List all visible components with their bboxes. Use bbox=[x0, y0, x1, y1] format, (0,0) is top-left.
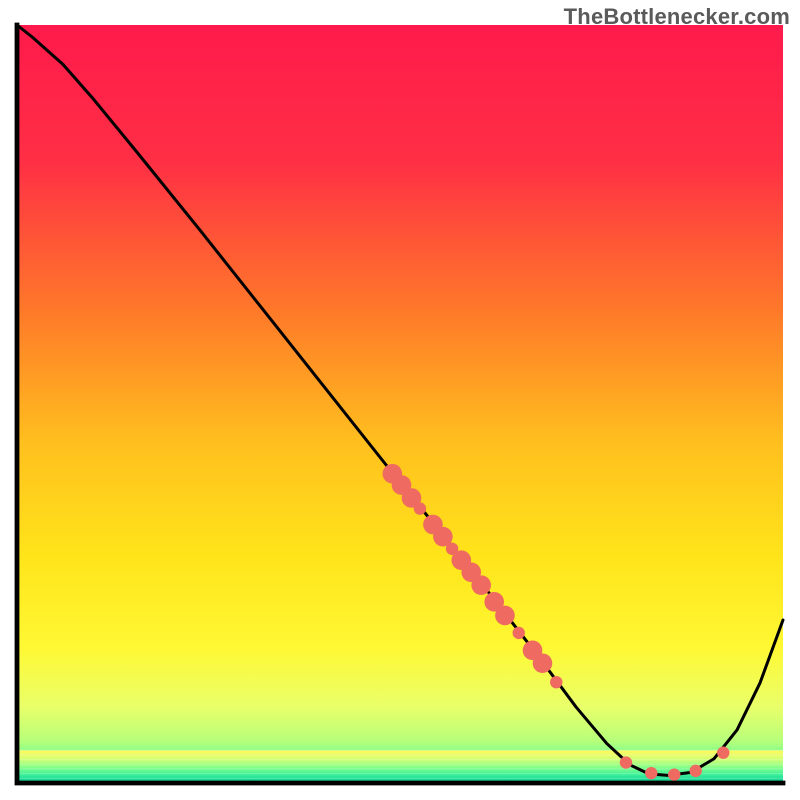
watermark-label: TheBottlenecker.com bbox=[564, 4, 790, 30]
curve-marker bbox=[471, 575, 491, 595]
gradient-background bbox=[17, 25, 783, 783]
curve-marker bbox=[645, 767, 657, 779]
curve-marker bbox=[620, 756, 632, 768]
chart-stage: TheBottlenecker.com bbox=[0, 0, 800, 800]
curve-marker bbox=[513, 627, 525, 639]
curve-marker bbox=[550, 676, 562, 688]
curve-marker bbox=[689, 765, 701, 777]
curve-marker bbox=[495, 606, 515, 626]
curve-marker bbox=[668, 768, 680, 780]
bottleneck-curve-chart bbox=[0, 0, 800, 800]
curve-marker bbox=[414, 502, 426, 514]
curve-marker bbox=[717, 746, 729, 758]
curve-marker bbox=[533, 653, 553, 673]
